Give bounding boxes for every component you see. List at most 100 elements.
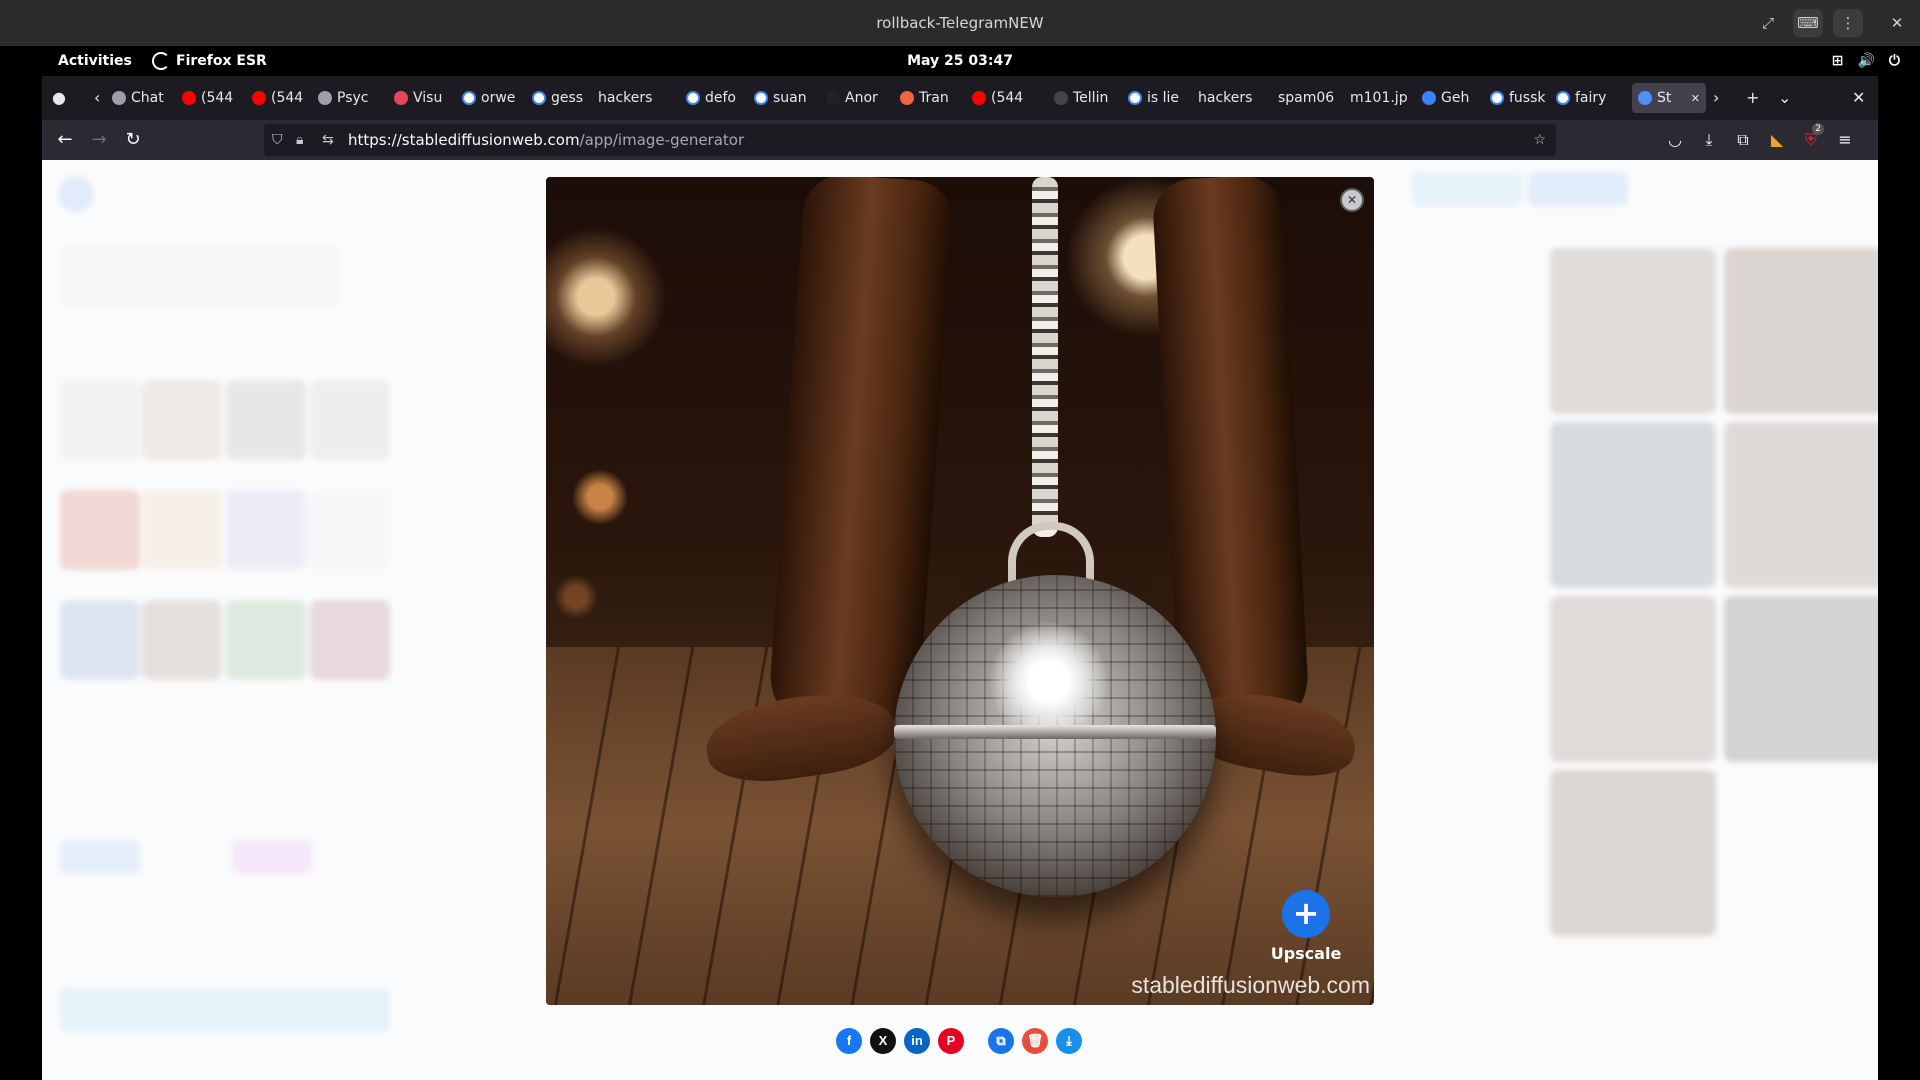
- scroll-tabs-left-icon[interactable]: ‹: [94, 83, 100, 113]
- tab-label: Tellin: [1073, 90, 1109, 106]
- tab-17[interactable]: m101.jp: [1350, 83, 1416, 113]
- url-bar[interactable]: ⛉ 🔒︎ ⇆ https://stablediffusionweb.com/ap…: [264, 124, 1556, 156]
- google-icon: [686, 91, 700, 105]
- tab-label: Tran: [919, 90, 949, 106]
- tab-label: (544: [271, 90, 304, 106]
- bookmark-star-icon[interactable]: ☆: [1533, 124, 1546, 156]
- navigation-toolbar: ← → ↻ ⛉ 🔒︎ ⇆ https://stablediffusionweb.…: [42, 120, 1878, 160]
- stable-diffusion-icon: [1638, 91, 1652, 105]
- tab-label: hackers: [1198, 90, 1253, 106]
- menu-icon[interactable]: ⋮: [1833, 9, 1863, 37]
- tab-21[interactable]: St ✕: [1632, 83, 1706, 113]
- linkedin-share-button[interactable]: in: [904, 1028, 930, 1054]
- volume-icon: 🔊: [1857, 53, 1875, 69]
- keyboard-icon[interactable]: ⌨: [1793, 9, 1823, 37]
- list-all-tabs-icon[interactable]: ⌄: [1778, 83, 1791, 113]
- chain-shape: [1032, 177, 1058, 537]
- google-icon: [1490, 91, 1504, 105]
- tab-0[interactable]: Chat: [112, 83, 174, 113]
- tab-15[interactable]: hackers: [1198, 83, 1272, 113]
- download-button[interactable]: ⤓: [1056, 1028, 1082, 1054]
- tab-9[interactable]: suan: [754, 83, 818, 113]
- google-icon: [462, 91, 476, 105]
- tab-10[interactable]: Anor: [826, 83, 892, 113]
- tab-label: spam06: [1278, 90, 1335, 106]
- t-icon: [1054, 91, 1068, 105]
- pocket-icon[interactable]: ◡: [1660, 125, 1690, 155]
- system-tray[interactable]: ⊞ 🔊 ⏻: [1832, 46, 1900, 76]
- shield-icon[interactable]: ⛉: [272, 124, 283, 156]
- tab-label: defo: [705, 90, 736, 106]
- new-tab-icon[interactable]: +: [1746, 83, 1759, 113]
- network-icon: ⊞: [1831, 53, 1844, 69]
- tab-label: Psyc: [337, 90, 369, 106]
- forward-icon[interactable]: →: [84, 125, 114, 155]
- tab-14[interactable]: is lie: [1128, 83, 1192, 113]
- facebook-share-button[interactable]: f: [836, 1028, 862, 1054]
- extension-flag-icon[interactable]: ◣: [1762, 125, 1792, 155]
- clock[interactable]: May 25 03:47: [0, 46, 1920, 76]
- copy-button[interactable]: ⧉: [988, 1028, 1014, 1054]
- tab-8[interactable]: defo: [686, 83, 748, 113]
- firefox-view-icon[interactable]: ●: [52, 83, 66, 113]
- chat-icon: [112, 91, 126, 105]
- tab-5[interactable]: orwe: [462, 83, 524, 113]
- visual-icon: [394, 91, 408, 105]
- ublock-icon[interactable]: ⛨ 2: [1796, 123, 1826, 155]
- close-modal-button[interactable]: ✕: [1340, 188, 1364, 212]
- chat-icon: [318, 91, 332, 105]
- app-menu-icon[interactable]: ≡: [1830, 125, 1860, 155]
- downloads-icon[interactable]: ⤓: [1694, 125, 1724, 155]
- scroll-tabs-right-icon[interactable]: ›: [1713, 83, 1719, 113]
- tab-3[interactable]: Psyc: [318, 83, 388, 113]
- watermark: stablediffusionweb.com: [1131, 972, 1370, 998]
- tab-1[interactable]: (544: [182, 83, 244, 113]
- tab-label: m101.jp: [1350, 90, 1408, 106]
- reload-icon[interactable]: ↻: [118, 125, 148, 155]
- tab-label: is lie: [1147, 90, 1180, 106]
- tab-16[interactable]: spam06: [1278, 83, 1344, 113]
- bird-icon: [1422, 91, 1436, 105]
- upscale-button[interactable]: +: [1282, 890, 1330, 938]
- tab-7[interactable]: hackers: [598, 83, 680, 113]
- permissions-icon[interactable]: ⇆: [322, 124, 334, 156]
- tab-6[interactable]: gess: [532, 83, 592, 113]
- tab-20[interactable]: fairy: [1556, 83, 1624, 113]
- upscale-label: Upscale: [1270, 944, 1342, 963]
- tab-label: Chat: [131, 90, 164, 106]
- close-window-icon[interactable]: ✕: [1852, 83, 1865, 113]
- tab-13[interactable]: Tellin: [1054, 83, 1120, 113]
- tab-18[interactable]: Geh: [1422, 83, 1482, 113]
- expand-icon[interactable]: ⤢: [1753, 9, 1783, 37]
- delete-button[interactable]: 🗑: [1022, 1028, 1048, 1054]
- tab-label: St: [1657, 90, 1672, 106]
- tab-label: Anor: [845, 90, 878, 106]
- github-icon: [826, 91, 840, 105]
- tab-12[interactable]: (544: [972, 83, 1048, 113]
- x-share-button[interactable]: X: [870, 1028, 896, 1054]
- tab-label: gess: [551, 90, 584, 106]
- close-icon[interactable]: ✕: [1882, 9, 1912, 37]
- tab-label: suan: [773, 90, 807, 106]
- google-icon: [1128, 91, 1142, 105]
- tab-2[interactable]: (544: [252, 83, 314, 113]
- generated-image: [546, 177, 1374, 1005]
- lock-icon[interactable]: 🔒︎: [296, 124, 303, 156]
- window-titlebar: rollback-TelegramNEW ⤢ ⌨ ⋮ ✕: [0, 0, 1920, 46]
- google-icon: [532, 91, 546, 105]
- pinterest-share-button[interactable]: P: [938, 1028, 964, 1054]
- tab-11[interactable]: Tran: [900, 83, 964, 113]
- youtube-icon: [252, 91, 266, 105]
- extensions-icon[interactable]: ⧉: [1728, 125, 1758, 155]
- youtube-icon: [972, 91, 986, 105]
- url-text[interactable]: https://stablediffusionweb.com/app/image…: [348, 124, 744, 156]
- close-tab-icon[interactable]: ✕: [1691, 92, 1700, 105]
- window-title: rollback-TelegramNEW: [876, 14, 1044, 32]
- tab-19[interactable]: fussk: [1490, 83, 1550, 113]
- google-icon: [1556, 91, 1570, 105]
- tab-label: Visu: [413, 90, 443, 106]
- back-icon[interactable]: ←: [50, 125, 80, 155]
- tab-label: (544: [991, 90, 1024, 106]
- tab-4[interactable]: Visu: [394, 83, 456, 113]
- system-topbar: Activities Firefox ESR May 25 03:47 ⊞ 🔊 …: [0, 46, 1920, 76]
